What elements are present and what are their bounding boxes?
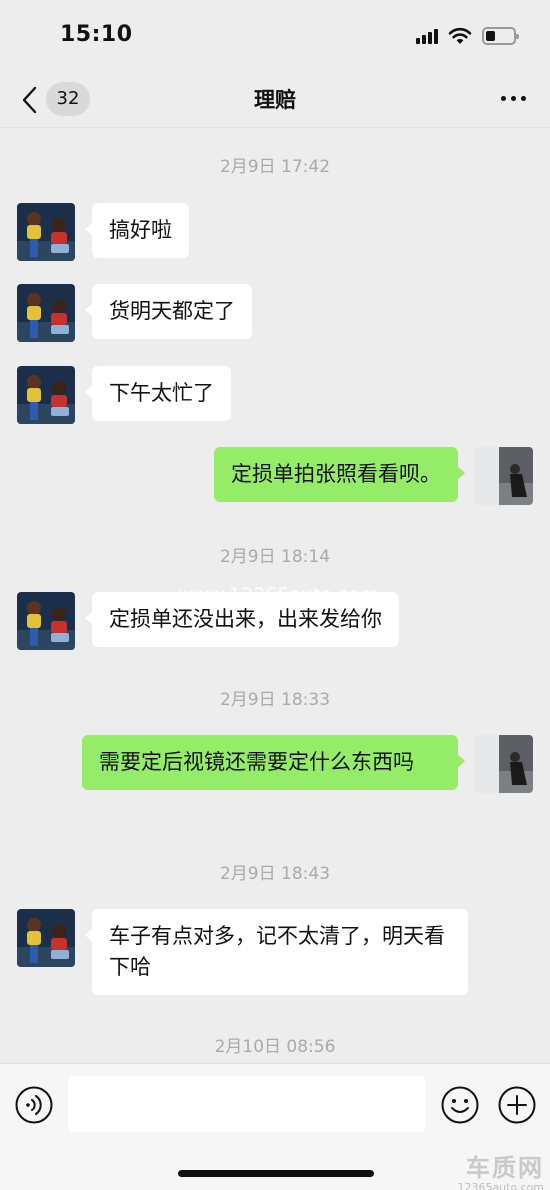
status-icons	[416, 26, 519, 46]
message-bubble-incoming[interactable]: 车子有点对多，记不太清了，明天看下哈	[85, 909, 468, 995]
contact-avatar[interactable]	[17, 366, 75, 424]
contact-avatar[interactable]	[17, 909, 75, 967]
contact-avatar[interactable]	[17, 203, 75, 261]
plus-button[interactable]	[497, 1085, 537, 1125]
chat-title: 理赔	[254, 88, 296, 112]
emoji-button[interactable]	[440, 1085, 480, 1125]
message-bubble-incoming[interactable]: 搞好啦	[85, 203, 189, 258]
timestamp: 2月10日 08:56	[214, 1037, 336, 1057]
message-bubble-outgoing[interactable]: 定损单拍张照看看呗。	[214, 447, 465, 502]
voice-button[interactable]	[14, 1085, 54, 1125]
timestamp: 2月9日 18:43	[219, 864, 331, 884]
message-list[interactable]: 2月9日 17:42 搞好啦 货明天都定了 下午太忙了 定损单拍张照看看呗。 2…	[0, 128, 550, 1063]
plus-icon	[498, 1086, 536, 1124]
message-bubble-outgoing[interactable]: 需要定后视镜还需要定什么东西吗	[82, 735, 465, 790]
battery-icon	[482, 27, 519, 45]
message-input[interactable]	[68, 1076, 426, 1132]
more-icon[interactable]	[501, 96, 526, 101]
chat-header: 32 理赔	[0, 72, 550, 128]
home-indicator	[178, 1170, 374, 1177]
my-avatar[interactable]	[475, 735, 533, 793]
timestamp: 2月9日 18:14	[219, 547, 331, 567]
message-bubble-incoming[interactable]: 货明天都定了	[85, 284, 252, 339]
wifi-icon	[448, 27, 472, 44]
timestamp: 2月9日 17:42	[219, 157, 331, 177]
contact-avatar[interactable]	[17, 284, 75, 342]
timestamp: 2月9日 18:33	[219, 690, 331, 710]
my-avatar[interactable]	[475, 447, 533, 505]
contact-avatar[interactable]	[17, 592, 75, 650]
message-bubble-incoming[interactable]: 定损单还没出来，出来发给你	[85, 592, 399, 647]
voice-icon	[15, 1086, 53, 1124]
message-bubble-incoming[interactable]: 下午太忙了	[85, 366, 231, 421]
status-time: 15:10	[60, 22, 133, 47]
emoji-icon	[441, 1086, 479, 1124]
signal-icon	[416, 28, 438, 44]
status-bar: 15:10	[0, 0, 550, 72]
